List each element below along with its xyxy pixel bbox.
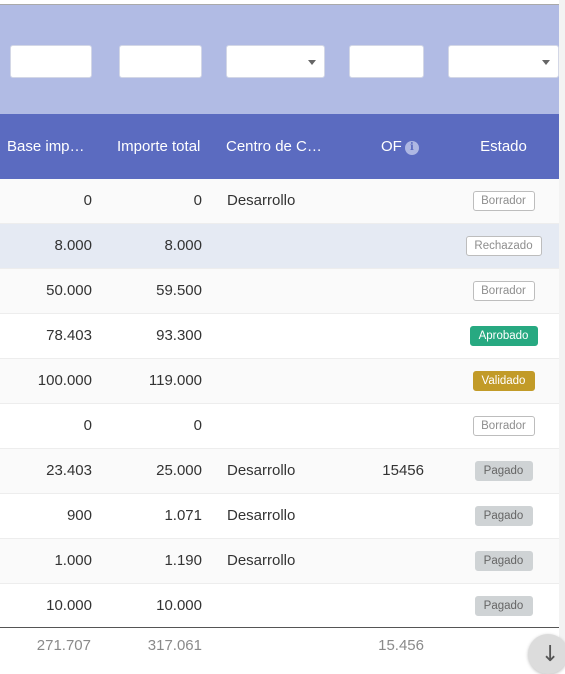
cell-estado: Borrador bbox=[448, 269, 559, 313]
table-row[interactable]: 8.000 8.000 Rechazado bbox=[0, 224, 559, 269]
table-row[interactable]: 1.000 1.190 Desarrollo Pagado bbox=[0, 539, 559, 584]
total-of: 15.456 bbox=[378, 637, 424, 654]
cell-base: 50.000 bbox=[46, 282, 92, 299]
cell-centro bbox=[227, 224, 337, 268]
table-row[interactable]: 0 0 Borrador bbox=[0, 404, 559, 449]
filter-total-input[interactable] bbox=[119, 45, 202, 78]
table-row[interactable]: 10.000 10.000 Pagado bbox=[0, 584, 559, 629]
cell-estado: Aprobado bbox=[448, 314, 559, 358]
cell-total: 1.071 bbox=[164, 507, 202, 524]
table-row[interactable]: 78.403 93.300 Aprobado bbox=[0, 314, 559, 359]
cell-of bbox=[360, 314, 424, 358]
table-row[interactable]: 0 0 Desarrollo Borrador bbox=[0, 179, 559, 224]
cell-of bbox=[360, 359, 424, 403]
cell-centro bbox=[227, 359, 337, 403]
status-badge: Pagado bbox=[474, 596, 533, 617]
cell-of bbox=[360, 224, 424, 268]
cell-total: 10.000 bbox=[156, 597, 202, 614]
status-badge: Pagado bbox=[474, 506, 533, 527]
cell-centro bbox=[227, 269, 337, 313]
cell-total: 93.300 bbox=[156, 327, 202, 344]
cell-of bbox=[360, 539, 424, 583]
cell-of bbox=[360, 404, 424, 448]
status-badge: Borrador bbox=[472, 416, 535, 437]
cell-total: 25.000 bbox=[156, 462, 202, 479]
chevron-down-icon bbox=[542, 60, 550, 65]
filter-bar bbox=[0, 5, 559, 114]
status-badge: Rechazado bbox=[465, 236, 542, 257]
cell-estado: Borrador bbox=[448, 404, 559, 448]
filter-estado-select[interactable] bbox=[448, 45, 559, 78]
cell-total: 119.000 bbox=[148, 372, 202, 389]
filter-base-input[interactable] bbox=[10, 45, 92, 78]
status-badge: Aprobado bbox=[469, 326, 538, 347]
chevron-down-icon bbox=[308, 60, 316, 65]
cell-centro bbox=[227, 314, 337, 358]
cell-base: 1.000 bbox=[54, 552, 92, 569]
cell-centro bbox=[227, 584, 337, 628]
cell-base: 8.000 bbox=[54, 237, 92, 254]
status-badge: Pagado bbox=[474, 461, 533, 482]
cell-of bbox=[360, 584, 424, 628]
cell-base: 100.000 bbox=[37, 372, 92, 389]
cell-of: 15456 bbox=[382, 462, 424, 479]
cell-estado: Pagado bbox=[448, 539, 559, 583]
scrollbar[interactable] bbox=[559, 0, 565, 664]
column-header-base[interactable]: Base imp… bbox=[7, 114, 102, 179]
status-badge: Borrador bbox=[472, 191, 535, 212]
cell-base: 900 bbox=[66, 507, 92, 524]
total-importe: 317.061 bbox=[147, 637, 202, 654]
cell-base: 78.403 bbox=[46, 327, 92, 344]
cell-estado: Rechazado bbox=[448, 224, 559, 268]
filter-of-input[interactable] bbox=[349, 45, 424, 78]
status-badge: Validado bbox=[472, 371, 535, 392]
column-header-estado[interactable]: Estado bbox=[448, 114, 559, 179]
cell-total: 1.190 bbox=[164, 552, 202, 569]
status-badge: Pagado bbox=[474, 551, 533, 572]
cell-centro: Desarrollo bbox=[227, 192, 296, 209]
cell-centro: Desarrollo bbox=[227, 507, 296, 524]
cell-of bbox=[360, 494, 424, 538]
totals-row: 271.707 317.061 15.456 bbox=[0, 627, 559, 664]
cell-base: 0 bbox=[83, 417, 92, 434]
cell-base: 0 bbox=[83, 192, 92, 209]
scroll-down-button[interactable]: ↓ bbox=[528, 634, 565, 674]
total-base: 271.707 bbox=[36, 637, 91, 654]
table-row[interactable]: 50.000 59.500 Borrador bbox=[0, 269, 559, 314]
invoice-table: Base imp… Importe total Centro de C… OF i… bbox=[0, 0, 559, 664]
info-icon[interactable]: i bbox=[404, 141, 419, 155]
cell-total: 0 bbox=[193, 417, 202, 434]
column-header-total[interactable]: Importe total bbox=[117, 114, 212, 179]
table-header: Base imp… Importe total Centro de C… OF i… bbox=[0, 114, 559, 179]
cell-centro bbox=[227, 404, 337, 448]
cell-estado: Pagado bbox=[448, 584, 559, 628]
cell-total: 8.000 bbox=[164, 237, 202, 254]
cell-estado: Pagado bbox=[448, 494, 559, 538]
filter-centro-select[interactable] bbox=[226, 45, 325, 78]
arrow-down-icon: ↓ bbox=[541, 642, 560, 667]
cell-base: 23.403 bbox=[46, 462, 92, 479]
cell-base: 10.000 bbox=[46, 597, 92, 614]
cell-total: 59.500 bbox=[156, 282, 202, 299]
cell-estado: Validado bbox=[448, 359, 559, 403]
table-row[interactable]: 900 1.071 Desarrollo Pagado bbox=[0, 494, 559, 539]
cell-centro: Desarrollo bbox=[227, 462, 296, 479]
column-header-of[interactable]: OF i bbox=[381, 114, 441, 179]
status-badge: Borrador bbox=[472, 281, 535, 302]
cell-estado: Pagado bbox=[448, 449, 559, 493]
table-row[interactable]: 23.403 25.000 Desarrollo 15456 Pagado bbox=[0, 449, 559, 494]
column-header-centro[interactable]: Centro de C… bbox=[226, 114, 331, 179]
cell-total: 0 bbox=[193, 192, 202, 209]
column-header-of-label: OF bbox=[381, 138, 402, 155]
table-row[interactable]: 100.000 119.000 Validado bbox=[0, 359, 559, 404]
cell-of bbox=[360, 179, 424, 223]
table-body: 0 0 Desarrollo Borrador 8.000 8.000 Rechazado 5… bbox=[0, 179, 559, 629]
cell-of bbox=[360, 269, 424, 313]
cell-estado: Borrador bbox=[448, 179, 559, 223]
cell-centro: Desarrollo bbox=[227, 552, 296, 569]
